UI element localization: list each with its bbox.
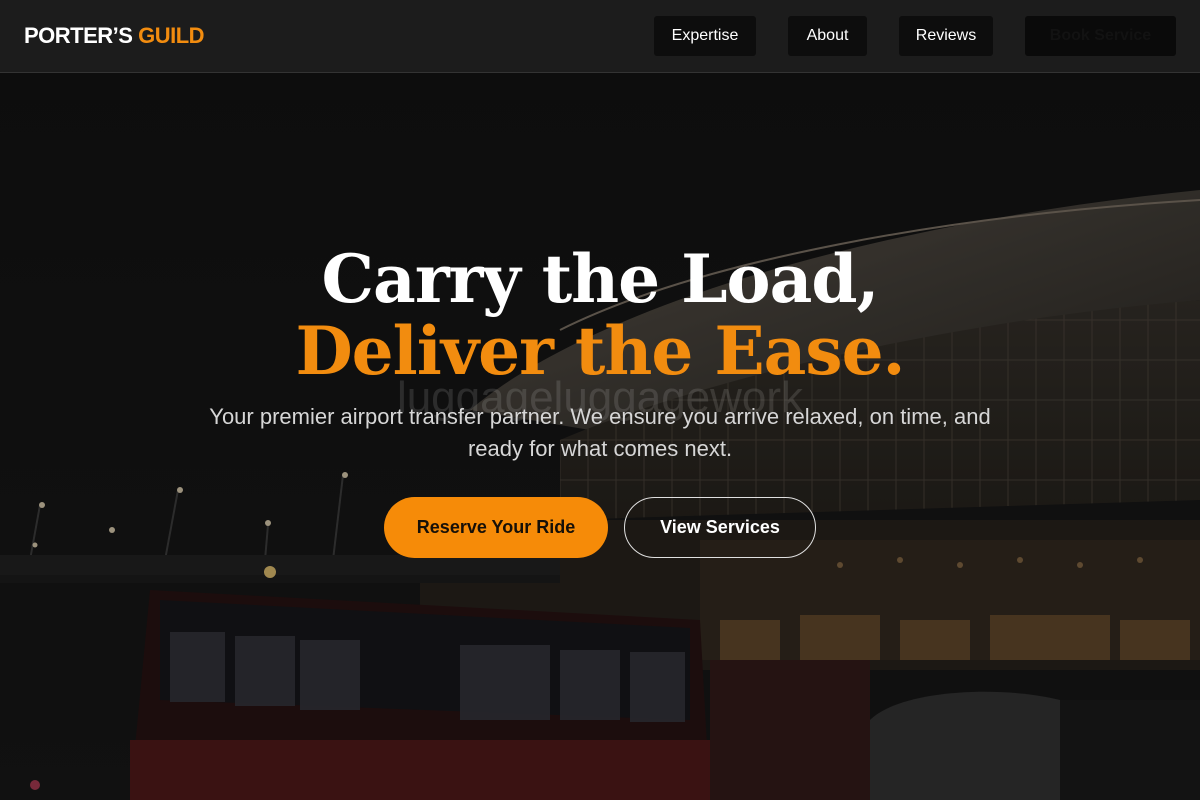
reserve-ride-button[interactable]: Reserve Your Ride: [384, 497, 608, 558]
brand-name-primary: PORTER’S: [24, 23, 139, 48]
hero-title-line-1: Carry the Load,: [321, 240, 880, 318]
brand-name-accent: GUILD: [138, 23, 205, 48]
hero-title: Carry the Load, Deliver the Ease.: [0, 243, 1200, 387]
view-services-button[interactable]: View Services: [624, 497, 816, 558]
hero-section: Carry the Load, Deliver the Ease. luggag…: [0, 73, 1200, 800]
brand-logo[interactable]: PORTER’S GUILD: [24, 23, 205, 49]
nav-item-about[interactable]: About: [788, 16, 867, 56]
nav-item-reviews[interactable]: Reviews: [899, 16, 993, 56]
hero-actions: Reserve Your Ride View Services: [384, 497, 816, 558]
site-header: PORTER’S GUILD Expertise About Reviews B…: [0, 0, 1200, 73]
hero-subtitle: Your premier airport transfer partner. W…: [209, 404, 991, 461]
book-service-button[interactable]: Book Service: [1025, 16, 1176, 56]
nav-item-expertise[interactable]: Expertise: [654, 16, 756, 56]
main-nav: Expertise About Reviews Book Service: [654, 16, 1176, 56]
